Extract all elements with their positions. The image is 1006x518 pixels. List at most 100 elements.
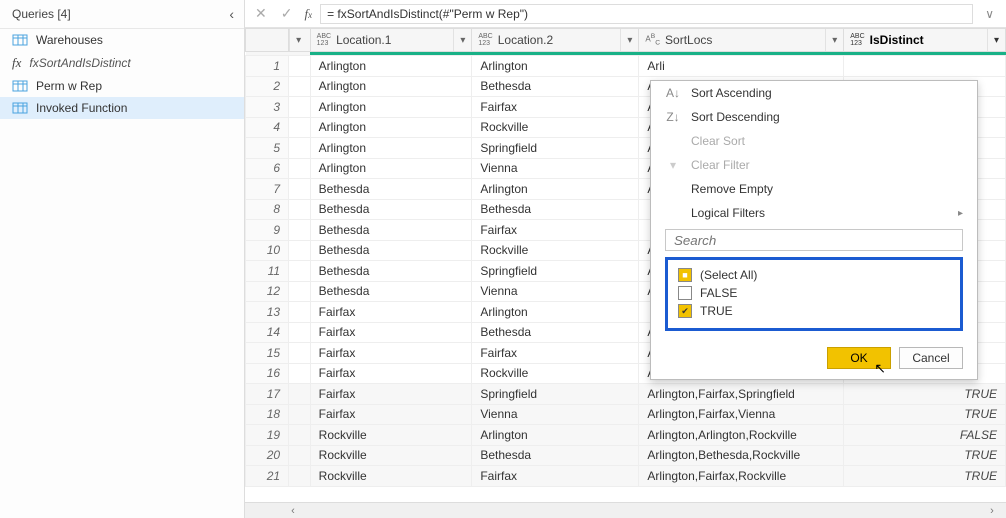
cell-location2[interactable]: Vienna (472, 158, 639, 179)
filter-dropdown-icon[interactable]: ▾ (620, 29, 638, 51)
horizontal-scrollbar[interactable]: ‹ › (245, 502, 1006, 518)
cell-location2[interactable]: Bethesda (472, 445, 639, 466)
cell-location1[interactable]: Bethesda (310, 179, 472, 200)
collapse-icon[interactable]: ‹ (229, 6, 234, 22)
table-options-header[interactable]: ▾ (289, 29, 311, 52)
discard-icon[interactable]: ✕ (251, 5, 271, 22)
cell-location1[interactable]: Arlington (310, 117, 472, 138)
filter-dropdown-icon[interactable]: ▾ (987, 29, 1005, 51)
cell-location1[interactable]: Arlington (310, 76, 472, 97)
cell-location2[interactable]: Arlington (472, 56, 639, 77)
select-all-option[interactable]: ■(Select All) (676, 266, 952, 284)
cell-location1[interactable]: Bethesda (310, 240, 472, 261)
sidebar-item-perm-w-rep[interactable]: Perm w Rep (0, 75, 244, 97)
cell-location1[interactable]: Fairfax (310, 322, 472, 343)
cell-location2[interactable]: Fairfax (472, 97, 639, 118)
cell-location2[interactable]: Rockville (472, 363, 639, 384)
filter-dropdown-icon[interactable]: ▾ (453, 29, 471, 51)
cell-location1[interactable]: Fairfax (310, 384, 472, 405)
cell-location2[interactable]: Vienna (472, 404, 639, 425)
select-all-header[interactable] (246, 29, 289, 52)
sidebar-item-warehouses[interactable]: Warehouses (0, 29, 244, 51)
table-row[interactable]: 20RockvilleBethesdaArlington,Bethesda,Ro… (246, 445, 1006, 466)
cell-location2[interactable]: Bethesda (472, 76, 639, 97)
commit-icon[interactable]: ✓ (277, 5, 297, 22)
cell-location1[interactable]: Arlington (310, 158, 472, 179)
cell-sortlocs[interactable]: Arli (639, 56, 844, 77)
cell-location2[interactable]: Arlington (472, 425, 639, 446)
cell-location2[interactable]: Fairfax (472, 466, 639, 487)
table-row[interactable]: 19 RockvilleArlingtonArlington,Arlington,… (246, 425, 1006, 446)
ok-button[interactable]: OK↖ (827, 347, 891, 369)
table-row[interactable]: 21RockvilleFairfaxArlington,Fairfax,Rock… (246, 466, 1006, 487)
cell-location2[interactable]: Bethesda (472, 199, 639, 220)
cell-location1[interactable]: Bethesda (310, 261, 472, 282)
cell-isdistinct[interactable]: TRUE (844, 404, 1006, 425)
cell-sortlocs[interactable]: Arlington,Arlington,Rockville (639, 425, 844, 446)
cancel-button[interactable]: Cancel (899, 347, 963, 369)
formula-input[interactable] (320, 4, 973, 24)
cell-location2[interactable]: Bethesda (472, 322, 639, 343)
scroll-left-icon[interactable]: ‹ (285, 505, 301, 517)
cell-location1[interactable]: Fairfax (310, 343, 472, 364)
cell-location2[interactable]: Springfield (472, 384, 639, 405)
cell-location1[interactable]: Fairfax (310, 363, 472, 384)
cell-location1[interactable]: Bethesda (310, 220, 472, 241)
cell-isdistinct[interactable]: TRUE (844, 445, 1006, 466)
cell-location2[interactable]: Fairfax (472, 343, 639, 364)
scroll-right-icon[interactable]: › (984, 505, 1000, 517)
row-number: 19 (246, 425, 289, 446)
cell-location1[interactable]: Bethesda (310, 281, 472, 302)
cell-location1[interactable]: Rockville (310, 425, 472, 446)
cell-location1[interactable]: Fairfax (310, 404, 472, 425)
cell-location2[interactable]: Springfield (472, 261, 639, 282)
sidebar-item-invoked-function[interactable]: Invoked Function (0, 97, 244, 119)
column-header-sortlocs[interactable]: ABCSortLocs▾ (639, 29, 844, 52)
sidebar-item-fxsortandisdistinct[interactable]: fxfxSortAndIsDistinct (0, 51, 244, 75)
row-gutter (289, 363, 311, 384)
cell-location1[interactable]: Arlington (310, 97, 472, 118)
cell-isdistinct[interactable] (844, 56, 1006, 77)
cell-location1[interactable]: Bethesda (310, 199, 472, 220)
cell-location2[interactable]: Springfield (472, 138, 639, 159)
cell-location2[interactable]: Vienna (472, 281, 639, 302)
remove-empty-item[interactable]: Remove Empty (651, 177, 977, 201)
column-header-location2[interactable]: ABC123Location.2▾ (472, 29, 639, 52)
logical-filters-item[interactable]: Logical Filters▸ (651, 201, 977, 225)
cell-location2[interactable]: Rockville (472, 240, 639, 261)
checkbox-on-icon[interactable]: ✔ (678, 304, 692, 318)
checkbox-mixed-icon[interactable]: ■ (678, 268, 692, 282)
cell-sortlocs[interactable]: Arlington,Fairfax,Vienna (639, 404, 844, 425)
cell-isdistinct[interactable]: TRUE (844, 384, 1006, 405)
filter-search-input[interactable] (665, 229, 963, 251)
column-header-isdistinct[interactable]: ABC123IsDistinct▾ (844, 29, 1006, 52)
cell-location1[interactable]: Fairfax (310, 302, 472, 323)
cell-location1[interactable]: Rockville (310, 466, 472, 487)
cell-location2[interactable]: Rockville (472, 117, 639, 138)
cell-sortlocs[interactable]: Arlington,Bethesda,Rockville (639, 445, 844, 466)
queries-header[interactable]: Queries [4] ‹ (0, 0, 244, 29)
cell-location2[interactable]: Arlington (472, 302, 639, 323)
column-header-location1[interactable]: ABC123Location.1▾ (310, 29, 472, 52)
sort-descending-item[interactable]: Z↓Sort Descending (651, 105, 977, 129)
cell-location2[interactable]: Fairfax (472, 220, 639, 241)
cell-location1[interactable]: Rockville (310, 445, 472, 466)
chevron-down-icon[interactable]: ▾ (289, 29, 307, 51)
true-option[interactable]: ✔TRUE (676, 302, 952, 320)
sort-ascending-item[interactable]: A↓Sort Ascending (651, 81, 977, 105)
filter-dropdown-icon[interactable]: ▾ (825, 29, 843, 51)
cell-sortlocs[interactable]: Arlington,Fairfax,Rockville (639, 466, 844, 487)
expand-icon[interactable]: ∨ (979, 7, 1000, 21)
table-row[interactable]: 17FairfaxSpringfieldArlington,Fairfax,Sp… (246, 384, 1006, 405)
false-option[interactable]: FALSE (676, 284, 952, 302)
cell-location2[interactable]: Arlington (472, 179, 639, 200)
table-row[interactable]: 18FairfaxViennaArlington,Fairfax,ViennaT… (246, 404, 1006, 425)
checkbox-off-icon[interactable] (678, 286, 692, 300)
cell-sortlocs[interactable]: Arlington,Fairfax,Springfield (639, 384, 844, 405)
cell-isdistinct[interactable]: TRUE (844, 466, 1006, 487)
cell-isdistinct[interactable]: FALSE (844, 425, 1006, 446)
cell-location1[interactable]: Arlington (310, 138, 472, 159)
table-row[interactable]: 1ArlingtonArlingtonArli (246, 56, 1006, 77)
cell-location1[interactable]: Arlington (310, 56, 472, 77)
sidebar-item-label: fxSortAndIsDistinct (29, 56, 130, 70)
